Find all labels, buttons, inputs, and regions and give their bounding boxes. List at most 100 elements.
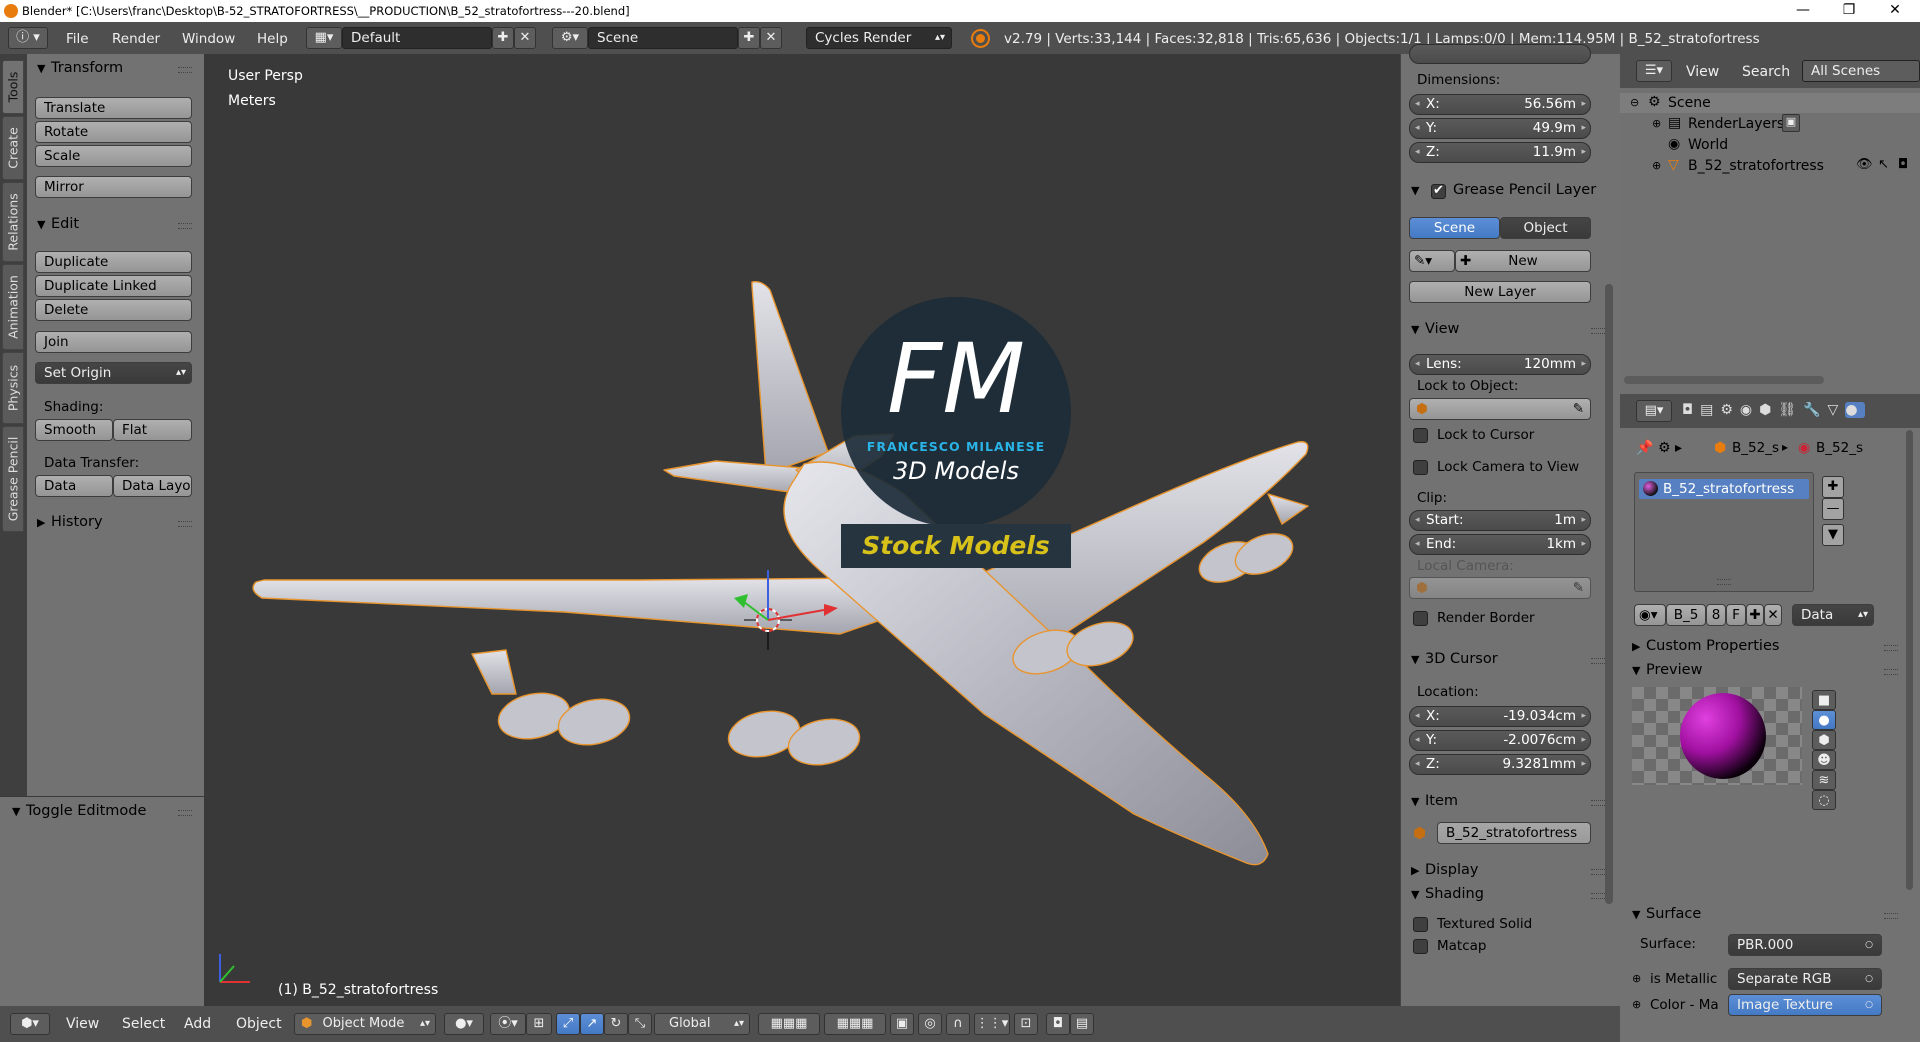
slot-specials-button[interactable]: ▼ xyxy=(1822,524,1844,546)
snap-target-button[interactable]: ⊡ xyxy=(1014,1013,1038,1035)
shading-panel-header[interactable]: ▼ Shading xyxy=(1411,886,1484,902)
manipulator-toggle[interactable]: ⤢ xyxy=(556,1013,580,1035)
render-tab-icon[interactable]: ◘ xyxy=(1682,402,1700,418)
outliner-menu-search[interactable]: Search xyxy=(1742,64,1790,80)
expand-socket-icon[interactable]: ⊕ xyxy=(1632,998,1641,1011)
add-layout-button[interactable]: ✚ xyxy=(492,27,514,49)
preview-hair-button[interactable]: ≋ xyxy=(1812,770,1836,790)
tab-tools[interactable]: Tools xyxy=(2,60,24,114)
scene-tab-icon[interactable]: ⚙ xyxy=(1720,402,1740,418)
editor-type-button[interactable]: ⓘ ▾ xyxy=(8,27,48,49)
constraints-tab-icon[interactable]: ⛓ xyxy=(1778,402,1803,418)
menu-file[interactable]: File xyxy=(66,31,89,47)
drag-handle-icon[interactable] xyxy=(178,67,192,73)
fake-user-button[interactable]: F xyxy=(1726,604,1746,626)
drag-handle-icon[interactable] xyxy=(1884,645,1898,651)
preview-sphere-button[interactable]: ● xyxy=(1812,710,1836,730)
expand-arrow-icon[interactable]: ⊖ xyxy=(1630,96,1639,109)
set-origin-dropdown[interactable]: Set Origin ▴▾ xyxy=(35,362,192,384)
props-scrollbar[interactable] xyxy=(1906,430,1913,890)
menu-render[interactable]: Render xyxy=(112,31,160,47)
render-animation-button[interactable]: ▤ xyxy=(1070,1013,1094,1035)
close-button[interactable]: ✕ xyxy=(1872,0,1918,22)
add-scene-button[interactable]: ✚ xyxy=(738,27,760,49)
join-button[interactable]: Join xyxy=(35,331,192,353)
outliner-item-scene[interactable]: Scene xyxy=(1668,95,1711,111)
cursor-y-field[interactable]: ◂ Y: -2.0076cm ▸ xyxy=(1409,730,1591,751)
color-input[interactable]: Image Texture ○ xyxy=(1728,994,1882,1016)
minimize-button[interactable]: — xyxy=(1780,0,1826,22)
snap-element-dropdown[interactable]: ⋮⋮▾ xyxy=(974,1013,1010,1035)
translate-manipulator-button[interactable]: ↗ xyxy=(580,1013,604,1035)
tab-relations[interactable]: Relations xyxy=(2,182,24,262)
duplicate-button[interactable]: Duplicate xyxy=(35,251,192,273)
duplicate-linked-button[interactable]: Duplicate Linked xyxy=(35,275,192,297)
mode-dropdown[interactable]: ⬢ Object Mode ▴▾ xyxy=(294,1013,436,1035)
dimension-x-field[interactable]: ◂ X: 56.56m ▸ xyxy=(1409,94,1591,115)
3d-viewport[interactable]: User Persp Meters FM FRANCESCO MILANESE … xyxy=(204,54,1400,1006)
tab-create[interactable]: Create xyxy=(2,116,24,180)
remove-slot-button[interactable]: — xyxy=(1822,498,1844,520)
limit-selection-button[interactable]: ⊞ xyxy=(526,1013,552,1035)
layers-grid-b[interactable]: ▦▦▦ xyxy=(824,1013,886,1035)
screen-layout-field[interactable]: Default xyxy=(342,27,492,49)
preview-sky-button[interactable]: ◌ xyxy=(1812,790,1836,810)
viewport-shading-dropdown[interactable]: ●▾ xyxy=(444,1013,484,1035)
menu-add[interactable]: Add xyxy=(184,1016,211,1032)
drag-handle-icon[interactable] xyxy=(178,223,192,229)
lock-to-cursor-checkbox[interactable] xyxy=(1413,428,1428,443)
visibility-eye-icon[interactable]: 👁 xyxy=(1856,157,1873,172)
renderability-camera-icon[interactable]: ◘ xyxy=(1898,157,1908,172)
selectability-cursor-icon[interactable]: ↖ xyxy=(1878,157,1889,172)
render-layers-tab-icon[interactable]: ▤ xyxy=(1700,402,1720,418)
surface-shader-field[interactable]: PBR.000 ○ xyxy=(1728,934,1882,956)
clip-end-field[interactable]: ◂ End: 1km ▸ xyxy=(1409,534,1591,555)
unlink-material-button[interactable]: ✕ xyxy=(1764,604,1782,626)
is-metallic-input[interactable]: Separate RGB ○ xyxy=(1728,968,1882,990)
grease-datablock-selector[interactable]: ✎▾ xyxy=(1409,250,1455,272)
drag-handle-icon[interactable] xyxy=(1591,893,1605,899)
drag-handle-icon[interactable] xyxy=(1591,869,1605,875)
menu-select[interactable]: Select xyxy=(122,1016,165,1032)
world-tab-icon[interactable]: ◉ xyxy=(1740,402,1759,418)
drag-handle-icon[interactable] xyxy=(1884,669,1898,675)
expand-socket-icon[interactable]: ⊕ xyxy=(1632,972,1641,985)
outliner-menu-view[interactable]: View xyxy=(1686,64,1719,80)
outliner-display-dropdown[interactable]: All Scenes xyxy=(1802,60,1920,82)
expand-arrow-icon[interactable]: ⊕ xyxy=(1652,159,1661,172)
scene-icon-button[interactable]: ⚙▾ xyxy=(552,27,588,49)
maximize-button[interactable]: ❐ xyxy=(1826,0,1872,22)
grease-scene-button[interactable]: Scene xyxy=(1409,217,1500,239)
editor-type-button[interactable]: ⬢▾ xyxy=(10,1013,50,1035)
material-slot-row[interactable]: B_52_stratofortress xyxy=(1639,479,1809,499)
transform-panel-header[interactable]: ▼ Transform xyxy=(37,60,123,76)
drag-handle-icon[interactable] xyxy=(178,521,192,527)
render-layer-toggle-icon[interactable]: ▣ xyxy=(1782,114,1800,132)
matcap-checkbox[interactable] xyxy=(1413,939,1428,954)
custom-properties-header[interactable]: ▶ Custom Properties xyxy=(1632,638,1779,654)
material-tab-icon[interactable]: ● xyxy=(1845,402,1865,418)
render-engine-dropdown[interactable]: Cycles Render ▴▾ xyxy=(806,27,952,49)
layer-lock-button[interactable]: ▣ xyxy=(890,1013,914,1035)
npanel-scrollbar[interactable] xyxy=(1605,284,1613,904)
list-resize-handle[interactable] xyxy=(1717,579,1731,585)
view-panel-header[interactable]: ▼ View xyxy=(1411,321,1459,337)
layers-grid-a[interactable]: ▦▦▦ xyxy=(758,1013,820,1035)
toggle-editmode-header[interactable]: ▼ Toggle Editmode xyxy=(12,803,146,819)
scale-button[interactable]: Scale xyxy=(35,145,192,167)
editor-type-button[interactable]: ☰▾ xyxy=(1636,60,1672,82)
3d-cursor-panel-header[interactable]: ▼ 3D Cursor xyxy=(1411,651,1498,667)
new-layer-button[interactable]: New Layer xyxy=(1409,281,1591,303)
dimension-y-field[interactable]: ◂ Y: 49.9m ▸ xyxy=(1409,118,1591,139)
scene-field[interactable]: Scene xyxy=(588,27,738,49)
cursor-x-field[interactable]: ◂ X: -19.034cm ▸ xyxy=(1409,706,1591,727)
expand-arrow-icon[interactable]: ⊕ xyxy=(1652,117,1661,130)
grease-object-button[interactable]: Object xyxy=(1500,217,1591,239)
link-data-dropdown[interactable]: Data ▴▾ xyxy=(1792,604,1874,626)
outliner-horizontal-scrollbar[interactable] xyxy=(1624,376,1824,384)
outliner-item-b52[interactable]: B_52_stratofortress xyxy=(1688,158,1824,174)
menu-window[interactable]: Window xyxy=(182,31,235,47)
flat-button[interactable]: Flat xyxy=(113,419,192,441)
tab-grease-pencil[interactable]: Grease Pencil xyxy=(2,426,24,532)
data-layout-transfer-button[interactable]: Data Layo xyxy=(113,475,192,497)
